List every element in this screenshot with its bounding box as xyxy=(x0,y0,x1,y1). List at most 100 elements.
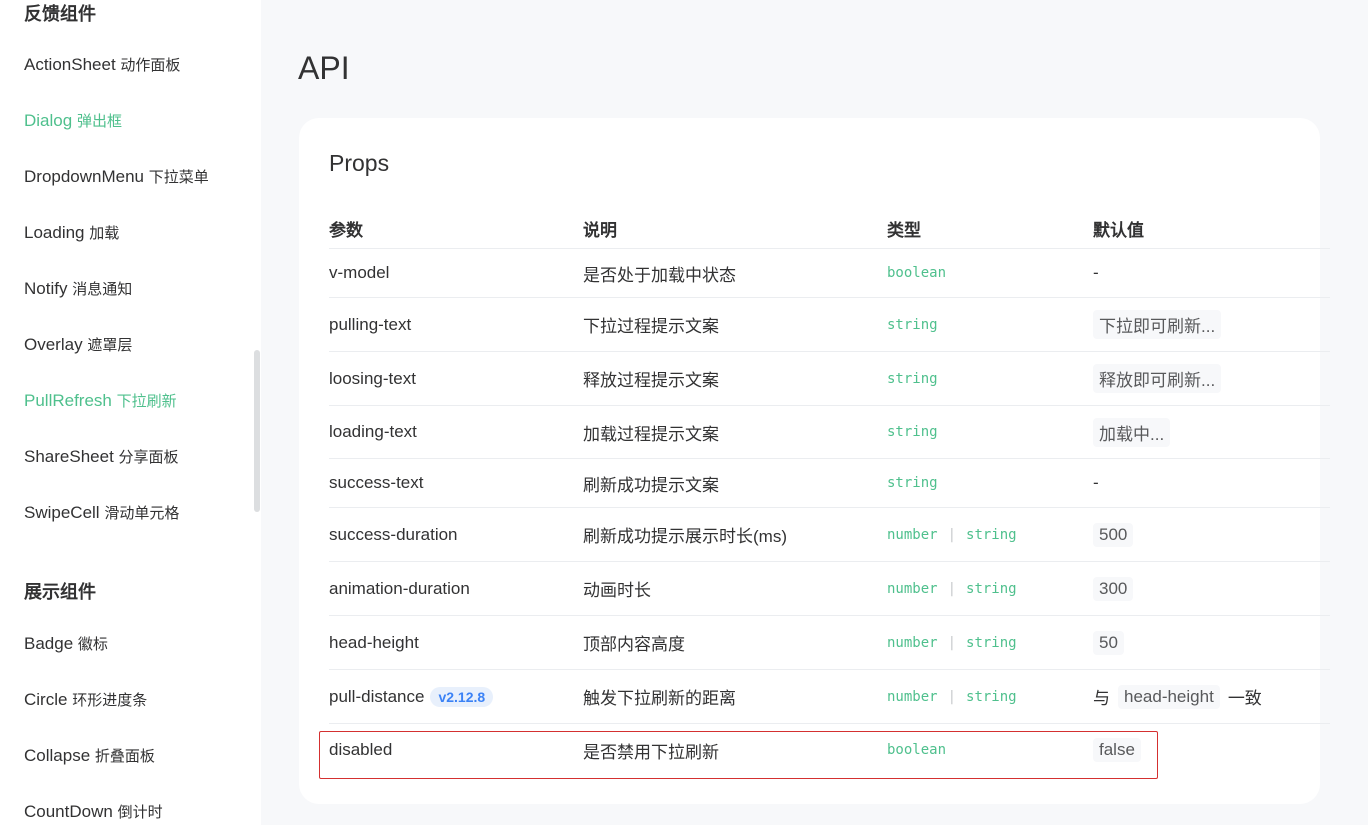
type-value: string xyxy=(887,475,938,491)
table-row: pull-distance v2.12.8 触发下拉刷新的距离 number | st… xyxy=(329,670,1330,724)
sidebar-nav: 反馈组件 ActionSheet 动作面板 Dialog 弹出框 Dropdow… xyxy=(0,0,261,825)
prop-desc: 刷新成功提示展示时长(ms) xyxy=(583,527,787,546)
type-value: number xyxy=(887,526,938,543)
sidebar-item-label-zh: 折叠面板 xyxy=(94,748,155,765)
prop-type: number | string xyxy=(887,562,1017,615)
sidebar-item-swipecell[interactable]: SwipeCell 滑动单元格 xyxy=(24,502,179,523)
prop-type: number | string xyxy=(887,508,1017,561)
sidebar-item-label-zh: 消息通知 xyxy=(72,281,133,298)
prop-name: head-height xyxy=(329,632,419,652)
type-separator: | xyxy=(947,580,957,597)
prop-desc: 下拉过程提示文案 xyxy=(583,317,719,336)
type-value: string xyxy=(887,424,938,440)
sidebar-item-label: ActionSheet xyxy=(24,55,116,74)
sidebar-item-label: Badge xyxy=(24,634,74,653)
sidebar-item-label-zh: 分享面板 xyxy=(118,449,179,466)
prop-desc: 是否处于加载中状态 xyxy=(583,265,736,285)
default-code: 下拉即可刷新... xyxy=(1093,310,1222,339)
sidebar-item-label-zh: 下拉菜单 xyxy=(148,169,209,186)
sidebar-item-label-zh: 弹出框 xyxy=(76,113,122,130)
prop-default: 加载中... xyxy=(1093,406,1171,458)
prop-desc: 加载过程提示文案 xyxy=(583,424,719,444)
sidebar-scrollbar[interactable] xyxy=(254,350,260,512)
default-suffix: 一致 xyxy=(1227,689,1262,708)
table-row: loosing-text 释放过程提示文案 string 释放即可刷新... xyxy=(329,352,1330,406)
props-card: Props 参数 说明 类型 默认值 v-model 是否处于加载中状态 boo… xyxy=(299,118,1330,804)
header-param: 参数 xyxy=(329,220,363,240)
type-value: string xyxy=(966,526,1017,543)
prop-type: string xyxy=(887,352,938,405)
prop-default: 50 xyxy=(1093,616,1124,669)
main-content: API Props 参数 说明 类型 默认值 v-model 是否处于加载中状态… xyxy=(261,0,1368,825)
sidebar-item-label: ShareSheet xyxy=(24,447,114,466)
prop-name-text: pull-distance xyxy=(329,686,425,706)
table-row: success-text 刷新成功提示文案 string - xyxy=(329,459,1330,508)
sidebar-item-label: Dialog xyxy=(24,111,73,130)
sidebar-group-title-feedback: 反馈组件 xyxy=(24,4,96,24)
sidebar-group-title-display: 展示组件 xyxy=(24,582,96,602)
default-code: 50 xyxy=(1093,630,1124,655)
sidebar-item-sharesheet[interactable]: ShareSheet 分享面板 xyxy=(24,446,179,467)
sidebar-item-label-zh: 滑动单元格 xyxy=(104,505,180,522)
prop-desc: 动画时长 xyxy=(583,581,651,600)
version-badge: v2.12.8 xyxy=(430,686,494,707)
prop-name: pull-distance v2.12.8 xyxy=(329,670,494,723)
sidebar-item-label: PullRefresh xyxy=(24,391,112,410)
prop-name: loosing-text xyxy=(329,368,416,388)
default-prefix: 与 xyxy=(1093,689,1110,708)
header-type: 类型 xyxy=(887,220,921,240)
type-value: boolean xyxy=(887,265,947,281)
type-value: string xyxy=(887,316,938,333)
prop-default: - xyxy=(1093,473,1099,492)
type-value: string xyxy=(966,634,1017,651)
type-separator: | xyxy=(947,526,957,543)
prop-default: - xyxy=(1093,263,1099,282)
prop-name: pulling-text xyxy=(329,314,412,334)
sidebar-item-collapse[interactable]: Collapse 折叠面板 xyxy=(24,745,155,766)
sidebar-item-label-zh: 下拉刷新 xyxy=(116,393,177,410)
prop-type: number | string xyxy=(887,616,1017,669)
sidebar-item-dropdownmenu[interactable]: DropdownMenu 下拉菜单 xyxy=(24,166,209,187)
type-value: string xyxy=(887,370,938,387)
prop-desc: 顶部内容高度 xyxy=(583,635,685,654)
prop-type: boolean xyxy=(887,249,946,297)
prop-default: 300 xyxy=(1093,562,1134,615)
sidebar-item-pullrefresh[interactable]: PullRefresh 下拉刷新 xyxy=(24,390,177,411)
prop-default: 释放即可刷新... xyxy=(1093,352,1222,405)
sidebar-item-label: Collapse xyxy=(24,746,91,765)
sidebar-item-loading[interactable]: Loading 加载 xyxy=(24,222,119,243)
header-default: 默认值 xyxy=(1093,220,1144,240)
sidebar-item-actionsheet[interactable]: ActionSheet 动作面板 xyxy=(24,54,180,75)
sidebar-item-label-zh: 加载 xyxy=(89,225,120,242)
sidebar-item-badge[interactable]: Badge 徽标 xyxy=(24,633,108,654)
sidebar-item-dialog[interactable]: Dialog 弹出框 xyxy=(24,110,122,131)
table-row: pulling-text 下拉过程提示文案 string 下拉即可刷新... xyxy=(329,298,1330,352)
sidebar-item-overlay[interactable]: Overlay 遮罩层 xyxy=(24,334,132,355)
sidebar-item-label-zh: 动作面板 xyxy=(120,57,181,74)
page-title: API xyxy=(298,50,350,86)
prop-name: animation-duration xyxy=(329,578,470,598)
sidebar-item-circle[interactable]: Circle 环形进度条 xyxy=(24,689,147,710)
sidebar-item-label: CountDown xyxy=(24,802,113,821)
prop-desc: 触发下拉刷新的距离 xyxy=(583,689,736,708)
sidebar-item-label: DropdownMenu xyxy=(24,167,145,186)
prop-default: 与 head-height 一致 xyxy=(1093,670,1262,723)
type-separator: | xyxy=(947,688,957,705)
sidebar-item-countdown[interactable]: CountDown 倒计时 xyxy=(24,801,163,822)
type-separator: | xyxy=(947,634,957,651)
table-row: success-duration 刷新成功提示展示时长(ms) number | s… xyxy=(329,508,1330,562)
sidebar-item-label: Circle xyxy=(24,690,68,709)
type-value: number xyxy=(887,634,938,651)
type-value: string xyxy=(966,580,1017,597)
sidebar-item-label: SwipeCell xyxy=(24,503,100,522)
default-code: 加载中... xyxy=(1093,417,1171,447)
table-row: head-height 顶部内容高度 number | string 50 xyxy=(329,616,1330,670)
type-value: string xyxy=(966,688,1017,705)
sidebar-item-notify[interactable]: Notify 消息通知 xyxy=(24,278,132,299)
sidebar-item-label: Notify xyxy=(24,279,68,298)
table-row: animation-duration 动画时长 number | string 30… xyxy=(329,562,1330,616)
prop-desc: 释放过程提示文案 xyxy=(583,371,719,390)
table-header-row: 参数 说明 类型 默认值 xyxy=(329,208,1330,249)
table-row: v-model 是否处于加载中状态 boolean - xyxy=(329,249,1330,298)
default-code: head-height xyxy=(1118,684,1220,709)
